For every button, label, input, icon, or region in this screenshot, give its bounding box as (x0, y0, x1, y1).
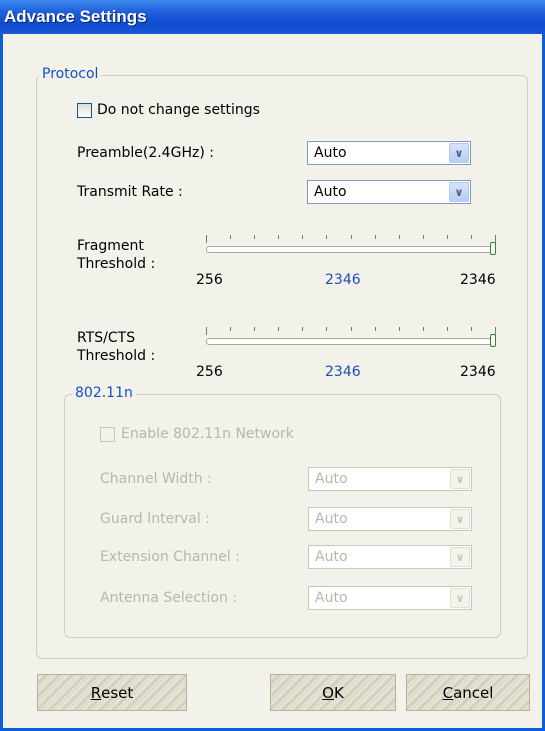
slider-tick (399, 235, 400, 239)
fragment-threshold-slider[interactable] (206, 235, 496, 265)
rts-current-value: 2346 (325, 364, 361, 380)
antenna-selection-select[interactable]: Auto ∨ (308, 586, 472, 610)
ok-mnemonic: O (322, 683, 334, 702)
channel-width-label: Channel Width : (100, 471, 212, 487)
slider-tick (254, 327, 255, 331)
extension-channel-label: Extension Channel : (100, 549, 240, 565)
antenna-selection-label: Antenna Selection : (100, 590, 238, 606)
slider-tick (254, 235, 255, 239)
slider-tick (230, 235, 231, 239)
slider-track (206, 338, 496, 345)
slider-tick (351, 235, 352, 239)
guard-interval-value: Auto (315, 511, 348, 527)
slider-tick (423, 235, 424, 239)
do-not-change-checkbox[interactable] (77, 103, 92, 118)
slider-tick (447, 235, 448, 239)
preamble-select[interactable]: Auto ∨ (307, 141, 471, 165)
guard-interval-select[interactable]: Auto ∨ (308, 507, 472, 531)
fragment-max-value: 2346 (460, 272, 496, 288)
enable-80211n-checkbox[interactable] (100, 427, 115, 442)
preamble-label: Preamble(2.4GHz) : (77, 145, 214, 161)
slider-tick (471, 235, 472, 239)
enable-80211n-label: Enable 802.11n Network (121, 426, 294, 442)
chevron-down-icon[interactable]: ∨ (449, 182, 469, 202)
reset-button[interactable]: Reset (37, 674, 187, 711)
dialog-client-area: Protocol Do not change settings Preamble… (3, 34, 542, 728)
extension-channel-value: Auto (315, 549, 348, 565)
fragment-label-line1: Fragment (77, 238, 144, 254)
slider-ticks (206, 235, 496, 243)
advance-settings-dialog: Advance Settings Protocol Do not change … (0, 0, 545, 731)
chevron-down-icon[interactable]: ∨ (450, 509, 470, 529)
slider-thumb[interactable] (490, 334, 496, 347)
slider-tick (206, 327, 207, 335)
fragment-label-line2: Threshold : (77, 256, 156, 272)
rts-label-line2: Threshold : (77, 348, 156, 364)
guard-interval-label: Guard Interval : (100, 511, 210, 527)
ok-button[interactable]: OK (270, 674, 396, 711)
slider-thumb[interactable] (490, 242, 496, 255)
fragment-current-value: 2346 (325, 272, 361, 288)
slider-track (206, 246, 496, 253)
slider-ticks (206, 327, 496, 335)
cancel-button[interactable]: Cancel (406, 674, 530, 711)
slider-tick (302, 235, 303, 239)
preamble-value: Auto (314, 145, 347, 161)
slider-tick (447, 327, 448, 331)
reset-label: eset (101, 683, 134, 702)
slider-tick (375, 235, 376, 239)
transmit-rate-select[interactable]: Auto ∨ (307, 180, 471, 204)
slider-tick (471, 327, 472, 331)
window-title: Advance Settings (4, 7, 147, 26)
slider-tick (278, 235, 279, 239)
antenna-selection-value: Auto (315, 590, 348, 606)
slider-tick (326, 235, 327, 239)
slider-tick (278, 327, 279, 331)
slider-tick (351, 327, 352, 331)
ok-label: K (333, 683, 344, 702)
slider-tick (230, 327, 231, 331)
protocol-legend: Protocol (39, 66, 102, 82)
rts-label-line1: RTS/CTS (77, 330, 136, 346)
slider-tick (375, 327, 376, 331)
channel-width-value: Auto (315, 471, 348, 487)
rts-max-value: 2346 (460, 364, 496, 380)
slider-tick (326, 327, 327, 331)
do-not-change-label: Do not change settings (97, 102, 260, 118)
rts-threshold-slider[interactable] (206, 327, 496, 357)
channel-width-select[interactable]: Auto ∨ (308, 467, 472, 491)
chevron-down-icon[interactable]: ∨ (450, 469, 470, 489)
slider-tick (399, 327, 400, 331)
transmit-rate-value: Auto (314, 184, 347, 200)
slider-tick (423, 327, 424, 331)
chevron-down-icon[interactable]: ∨ (450, 588, 470, 608)
fragment-min-value: 256 (196, 272, 223, 288)
reset-mnemonic: R (90, 683, 102, 702)
chevron-down-icon[interactable]: ∨ (449, 143, 469, 163)
slider-tick (302, 327, 303, 331)
extension-channel-select[interactable]: Auto ∨ (308, 545, 472, 569)
cancel-mnemonic: C (442, 683, 454, 702)
n80211-legend: 802.11n (72, 385, 136, 401)
transmit-rate-label: Transmit Rate : (77, 184, 183, 200)
rts-min-value: 256 (196, 364, 223, 380)
slider-tick (206, 235, 207, 243)
chevron-down-icon[interactable]: ∨ (450, 547, 470, 567)
title-bar[interactable]: Advance Settings (0, 0, 545, 34)
cancel-label: ancel (453, 683, 494, 702)
